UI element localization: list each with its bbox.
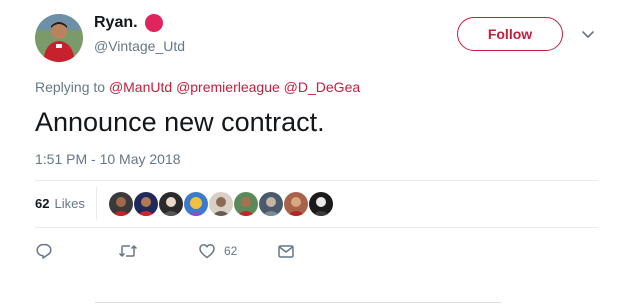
retweet-button[interactable] xyxy=(118,241,138,261)
message-button[interactable] xyxy=(277,241,295,261)
tweet-text: Announce new contract. xyxy=(35,107,325,137)
tweet-menu-button[interactable] xyxy=(578,24,598,44)
liker-avatar[interactable] xyxy=(258,191,283,216)
chevron-down-icon xyxy=(582,31,594,38)
tweet-actions: 62 xyxy=(35,241,335,261)
liker-avatar[interactable] xyxy=(183,191,208,216)
heart-icon xyxy=(199,244,215,259)
liker-avatar[interactable] xyxy=(308,191,333,216)
like-count: 62 xyxy=(224,244,238,258)
liker-avatar[interactable] xyxy=(233,191,258,216)
liker-avatar[interactable] xyxy=(158,191,183,216)
liker-avatars xyxy=(108,191,334,216)
reply-button[interactable] xyxy=(35,241,53,261)
liker-avatar[interactable] xyxy=(283,191,308,216)
stats-separator xyxy=(95,187,97,220)
tweet-stats: 62 Likes xyxy=(35,187,334,220)
likes-label[interactable]: Likes xyxy=(54,196,84,211)
reply-context: Replying to @ManUtd @premierleague @D_De… xyxy=(35,79,360,95)
reply-icon xyxy=(36,243,52,259)
avatar[interactable] xyxy=(35,14,83,62)
tweet-timestamp[interactable]: 1:51 PM - 10 May 2018 xyxy=(35,151,181,167)
mention-link[interactable]: @premierleague xyxy=(176,79,280,95)
retweet-icon xyxy=(118,245,138,257)
likes-count[interactable]: 62 xyxy=(35,196,49,211)
liker-avatar[interactable] xyxy=(208,191,233,216)
user-handle[interactable]: @Vintage_Utd xyxy=(94,38,185,54)
divider xyxy=(35,227,598,228)
mention-link[interactable]: @D_DeGea xyxy=(284,79,360,95)
bottom-rule xyxy=(95,302,501,303)
like-button[interactable]: 62 xyxy=(198,241,237,261)
reply-context-prefix: Replying to xyxy=(35,79,106,95)
red-circle-icon xyxy=(144,14,163,32)
user-name-row[interactable]: Ryan. xyxy=(94,14,163,32)
follow-button[interactable]: Follow xyxy=(457,17,563,51)
divider xyxy=(35,180,598,181)
liker-avatar[interactable] xyxy=(108,191,133,216)
user-display-name[interactable]: Ryan. xyxy=(94,14,138,32)
mention-link[interactable]: @ManUtd xyxy=(109,79,172,95)
message-icon xyxy=(278,245,294,258)
liker-avatar[interactable] xyxy=(133,191,158,216)
